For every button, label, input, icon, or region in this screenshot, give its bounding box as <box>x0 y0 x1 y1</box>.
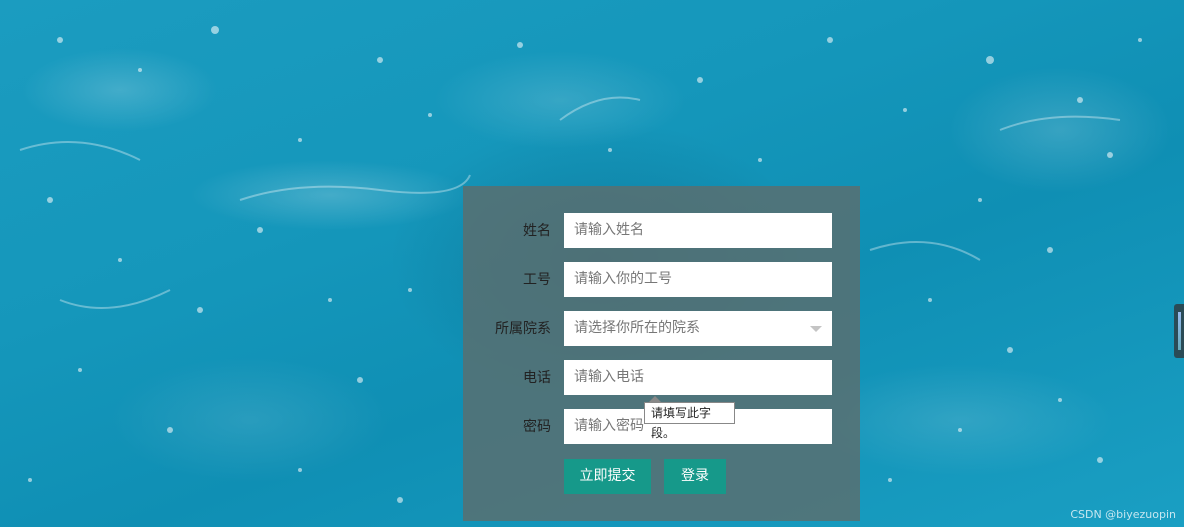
login-button[interactable]: 登录 <box>664 459 726 494</box>
csdn-watermark: CSDN @biyezuopin <box>1070 508 1176 521</box>
employee-id-row: 工号 请输入你的工号 <box>463 262 860 298</box>
validation-tooltip: 请填写此字段。 <box>644 396 735 440</box>
employee-id-placeholder: 请输入你的工号 <box>574 271 672 287</box>
password-label: 密码 <box>523 419 551 435</box>
phone-input[interactable]: 请输入电话 <box>564 360 832 395</box>
submit-button[interactable]: 立即提交 <box>564 459 651 494</box>
side-panel-handle[interactable] <box>1174 304 1184 358</box>
name-label: 姓名 <box>523 223 551 239</box>
phone-row: 电话 请输入电话 <box>463 360 860 396</box>
chevron-down-icon <box>810 326 822 332</box>
department-placeholder: 请选择你所在的院系 <box>574 320 700 336</box>
password-placeholder: 请输入密码 <box>574 418 644 434</box>
phone-label: 电话 <box>523 370 551 386</box>
department-select[interactable]: 请选择你所在的院系 <box>564 311 832 346</box>
name-row: 姓名 请输入姓名 <box>463 213 860 249</box>
employee-id-label: 工号 <box>523 272 551 288</box>
employee-id-input[interactable]: 请输入你的工号 <box>564 262 832 297</box>
department-label: 所属院系 <box>495 321 551 337</box>
department-row: 所属院系 请选择你所在的院系 <box>463 311 860 347</box>
phone-placeholder: 请输入电话 <box>574 369 644 385</box>
registration-form-panel: 姓名 请输入姓名 工号 请输入你的工号 所属院系 请选择你所在的院系 电话 请输… <box>463 186 860 521</box>
name-input[interactable]: 请输入姓名 <box>564 213 832 248</box>
name-placeholder: 请输入姓名 <box>574 222 644 238</box>
handle-grip-icon <box>1178 312 1181 350</box>
